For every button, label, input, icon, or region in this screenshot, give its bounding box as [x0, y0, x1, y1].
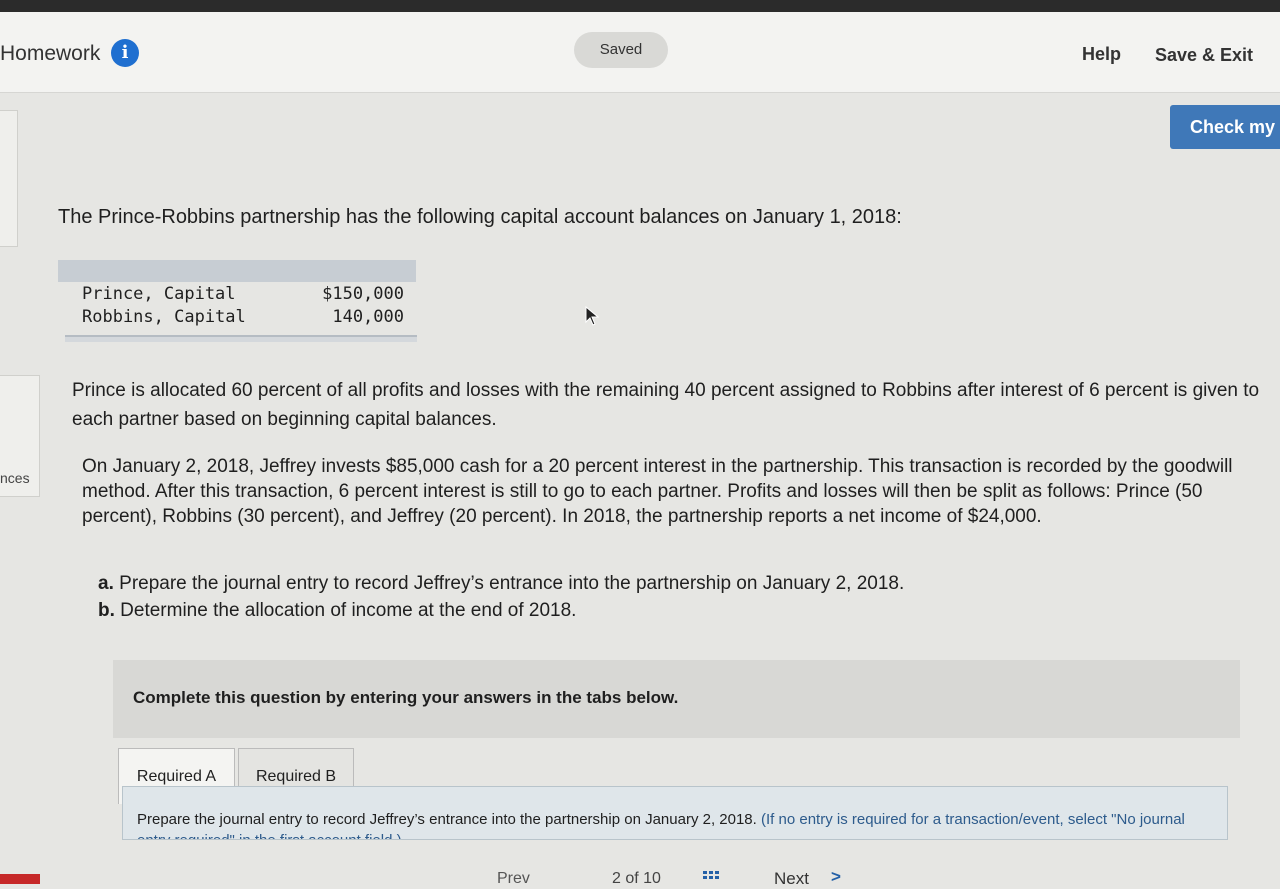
list-marker: b. — [98, 600, 115, 621]
list-item-text: Prepare the journal entry to record Jeff… — [119, 573, 905, 594]
question-intro: The Prince-Robbins partnership has the f… — [58, 206, 902, 228]
prev-button[interactable]: Prev — [497, 870, 530, 888]
requirement-prompt: Prepare the journal entry to record Jeff… — [137, 809, 1217, 839]
row-label: Robbins, Capital — [82, 307, 246, 327]
saved-status-badge: Saved — [574, 32, 668, 68]
save-exit-link[interactable]: Save & Exit — [1155, 45, 1253, 66]
instruction-box: Complete this question by entering your … — [113, 660, 1240, 738]
allocation-paragraph: Prince is allocated 60 percent of all pr… — [72, 380, 1260, 430]
next-button[interactable]: Next — [774, 869, 809, 889]
table-row: Prince, Capital $150,000 — [58, 284, 416, 307]
chevron-right-icon[interactable]: > — [831, 867, 841, 887]
homework-title: Homework — [0, 42, 101, 65]
capital-balance-table: Prince, Capital $150,000 Robbins, Capita… — [58, 260, 417, 342]
instruction-text: Complete this question by entering your … — [133, 688, 679, 707]
browser-top-bar — [0, 0, 1280, 12]
info-icon[interactable]: i — [111, 39, 139, 67]
row-value: $150,000 — [322, 284, 404, 304]
list-item: b. Determine the allocation of income at… — [98, 597, 904, 624]
row-label: Prince, Capital — [82, 284, 236, 304]
table-footer-bar — [65, 335, 417, 342]
side-panel-tab[interactable] — [0, 110, 18, 247]
table-header-bar — [58, 260, 416, 282]
grid-icon[interactable] — [703, 871, 721, 883]
mouse-cursor-icon — [585, 305, 600, 332]
bottom-left-badge — [0, 874, 40, 884]
help-link[interactable]: Help — [1082, 44, 1121, 65]
list-marker: a. — [98, 573, 114, 594]
investment-paragraph: On January 2, 2018, Jeffrey invests $85,… — [82, 456, 1233, 527]
list-item-text: Determine the allocation of income at th… — [120, 600, 577, 621]
check-my-work-button[interactable]: Check my w — [1170, 105, 1280, 149]
page-indicator: 2 of 10 — [612, 870, 661, 887]
row-value: 140,000 — [332, 307, 404, 327]
requirement-prompt-box: Prepare the journal entry to record Jeff… — [122, 786, 1228, 840]
requirements-list: a. Prepare the journal entry to record J… — [98, 570, 904, 624]
list-item: a. Prepare the journal entry to record J… — [98, 570, 904, 597]
side-label-references[interactable]: nces — [0, 470, 30, 486]
table-row: Robbins, Capital 140,000 — [58, 307, 416, 330]
requirement-text: Prepare the journal entry to record Jeff… — [137, 811, 757, 828]
